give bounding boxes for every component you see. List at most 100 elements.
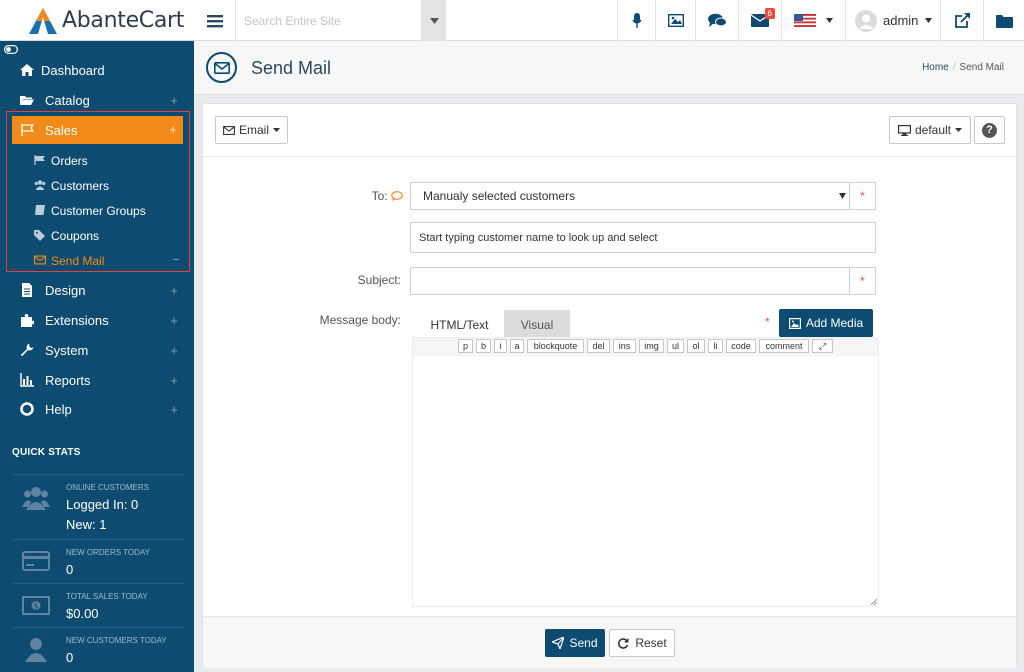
search-input[interactable]: Search Entire Site bbox=[236, 0, 422, 41]
language-selector[interactable] bbox=[781, 0, 845, 41]
folder-icon bbox=[995, 14, 1013, 28]
help-button[interactable]: ? bbox=[974, 116, 1005, 144]
send-button[interactable]: Send bbox=[545, 629, 605, 657]
sidebar-item-extensions[interactable]: Extensions + bbox=[0, 305, 194, 335]
sidebar-subitem-orders[interactable]: Orders bbox=[0, 148, 194, 173]
email-type-dropdown[interactable]: Email bbox=[215, 116, 288, 144]
quicktag-del-button[interactable]: del bbox=[587, 339, 610, 353]
caret-down-icon bbox=[273, 128, 280, 132]
mail-button[interactable]: 6 bbox=[738, 0, 781, 41]
paper-plane-icon bbox=[552, 637, 565, 649]
sidebar-item-label: Dashboard bbox=[41, 62, 105, 78]
sidebar-item-dashboard[interactable]: Dashboard bbox=[0, 55, 194, 85]
page-icon bbox=[206, 52, 237, 83]
stat-value: $0.00 bbox=[66, 606, 99, 621]
panel-footer: Send Reset bbox=[203, 616, 1016, 668]
envelope-icon bbox=[223, 125, 235, 135]
expand-icon: + bbox=[170, 92, 178, 108]
sidebar-item-help[interactable]: Help + bbox=[0, 394, 194, 424]
required-indicator: * bbox=[849, 182, 876, 210]
open-storefront-button[interactable] bbox=[940, 0, 983, 41]
messages-button[interactable] bbox=[695, 0, 738, 41]
home-icon bbox=[20, 64, 34, 76]
quicktag-i-button[interactable]: i bbox=[494, 339, 507, 353]
desktop-icon bbox=[897, 124, 911, 136]
sidebar-subitem-label: Orders bbox=[51, 154, 88, 168]
sidebar-item-design[interactable]: Design + bbox=[0, 275, 194, 305]
mail-count-badge: 6 bbox=[764, 8, 775, 19]
recipient-select-value: Manualy selected customers bbox=[423, 189, 576, 203]
tab-html-text[interactable]: HTML/Text bbox=[415, 310, 504, 340]
puzzle-icon bbox=[21, 314, 34, 327]
media-button[interactable] bbox=[655, 0, 695, 41]
users-icon bbox=[22, 487, 50, 510]
template-dropdown[interactable]: default bbox=[889, 116, 971, 144]
sidebar-item-label: Extensions bbox=[45, 312, 109, 328]
us-flag-icon bbox=[794, 14, 816, 27]
search-dropdown-button[interactable] bbox=[422, 0, 446, 41]
stat-caption: TOTAL SALES TODAY bbox=[66, 592, 148, 601]
fullscreen-button[interactable]: ⤢ bbox=[812, 339, 833, 353]
tags-icon bbox=[34, 230, 45, 241]
sidebar-subitem-customer-groups[interactable]: Customer Groups bbox=[0, 198, 194, 223]
voice-button[interactable] bbox=[617, 0, 655, 41]
stat-caption: ONLINE CUSTOMERS bbox=[66, 483, 149, 492]
stat-value: Logged In: 0 bbox=[66, 497, 139, 512]
sidebar-subitem-coupons[interactable]: Coupons bbox=[0, 223, 194, 248]
quicktag-comment-button[interactable]: comment bbox=[759, 339, 809, 353]
sidebar-item-sales[interactable]: Sales + bbox=[12, 116, 183, 144]
file-manager-button[interactable] bbox=[983, 0, 1024, 41]
stat-caption: NEW ORDERS TODAY bbox=[66, 548, 151, 557]
logo[interactable]: AbanteCart bbox=[0, 0, 194, 41]
sidebar-subitem-customers[interactable]: Customers bbox=[0, 173, 194, 198]
sidebar-item-reports[interactable]: Reports + bbox=[0, 365, 194, 395]
menu-toggle-button[interactable] bbox=[194, 0, 236, 41]
resize-handle-icon[interactable] bbox=[871, 599, 877, 605]
top-header: AbanteCart Search Entire Site 6 admin bbox=[0, 0, 1024, 41]
message-body-editor[interactable] bbox=[412, 337, 879, 607]
reset-button[interactable]: Reset bbox=[609, 629, 675, 657]
user-menu[interactable]: admin bbox=[845, 0, 940, 41]
quicktag-ul-button[interactable]: ul bbox=[667, 339, 684, 353]
quicktag-ins-button[interactable]: ins bbox=[613, 339, 636, 353]
life-ring-icon bbox=[20, 402, 34, 416]
quicktag-b-button[interactable]: b bbox=[476, 339, 491, 353]
credit-card-icon bbox=[22, 551, 50, 571]
customer-lookup-placeholder: Start typing customer name to look up an… bbox=[419, 231, 658, 244]
sidebar-item-label: System bbox=[45, 342, 89, 358]
breadcrumb-home-link[interactable]: Home bbox=[922, 62, 949, 73]
customer-lookup-input[interactable]: Start typing customer name to look up an… bbox=[410, 222, 876, 253]
avatar bbox=[855, 9, 877, 32]
book-icon bbox=[35, 205, 45, 215]
quicktag-li-button[interactable]: li bbox=[708, 339, 723, 353]
quicktag-code-button[interactable]: code bbox=[726, 339, 756, 353]
users-icon bbox=[34, 180, 46, 190]
subject-label: Subject: bbox=[357, 273, 401, 287]
add-media-button[interactable]: Add Media bbox=[779, 309, 873, 337]
sidebar-subitem-send-mail[interactable]: Send Mail − bbox=[0, 248, 194, 273]
quicktag-p-button[interactable]: p bbox=[458, 339, 473, 353]
stat-value: 0 bbox=[66, 650, 74, 665]
sidebar-subitem-label: Customers bbox=[51, 179, 110, 193]
abantecart-logo-icon bbox=[29, 7, 57, 34]
sidebar: Dashboard Catalog + Sales + Orders Custo… bbox=[0, 41, 194, 672]
caret-down-icon bbox=[925, 18, 933, 23]
quick-stats-title: QUICK STATS bbox=[12, 447, 81, 458]
send-label: Send bbox=[569, 636, 598, 650]
breadcrumb-separator: / bbox=[952, 62, 956, 73]
stat-new-customers: NEW CUSTOMERS TODAY 0 bbox=[12, 627, 184, 672]
tab-visual[interactable]: Visual bbox=[504, 310, 570, 340]
subject-input[interactable] bbox=[410, 267, 850, 295]
sidebar-item-label: Help bbox=[45, 401, 72, 417]
sidebar-item-system[interactable]: System + bbox=[0, 335, 194, 365]
quicktag-img-button[interactable]: img bbox=[639, 339, 664, 353]
caret-down-icon bbox=[839, 193, 846, 199]
external-link-icon bbox=[954, 13, 970, 28]
quicktag-blockquote-button[interactable]: blockquote bbox=[527, 339, 584, 353]
refresh-icon bbox=[618, 638, 629, 649]
sidebar-collapse-icon[interactable] bbox=[4, 45, 18, 54]
quicktag-ol-button[interactable]: ol bbox=[687, 339, 705, 353]
tab-html-text-label: HTML/Text bbox=[430, 318, 489, 332]
recipient-select[interactable]: Manualy selected customers bbox=[410, 182, 850, 210]
quicktag-a-button[interactable]: a bbox=[510, 339, 524, 353]
